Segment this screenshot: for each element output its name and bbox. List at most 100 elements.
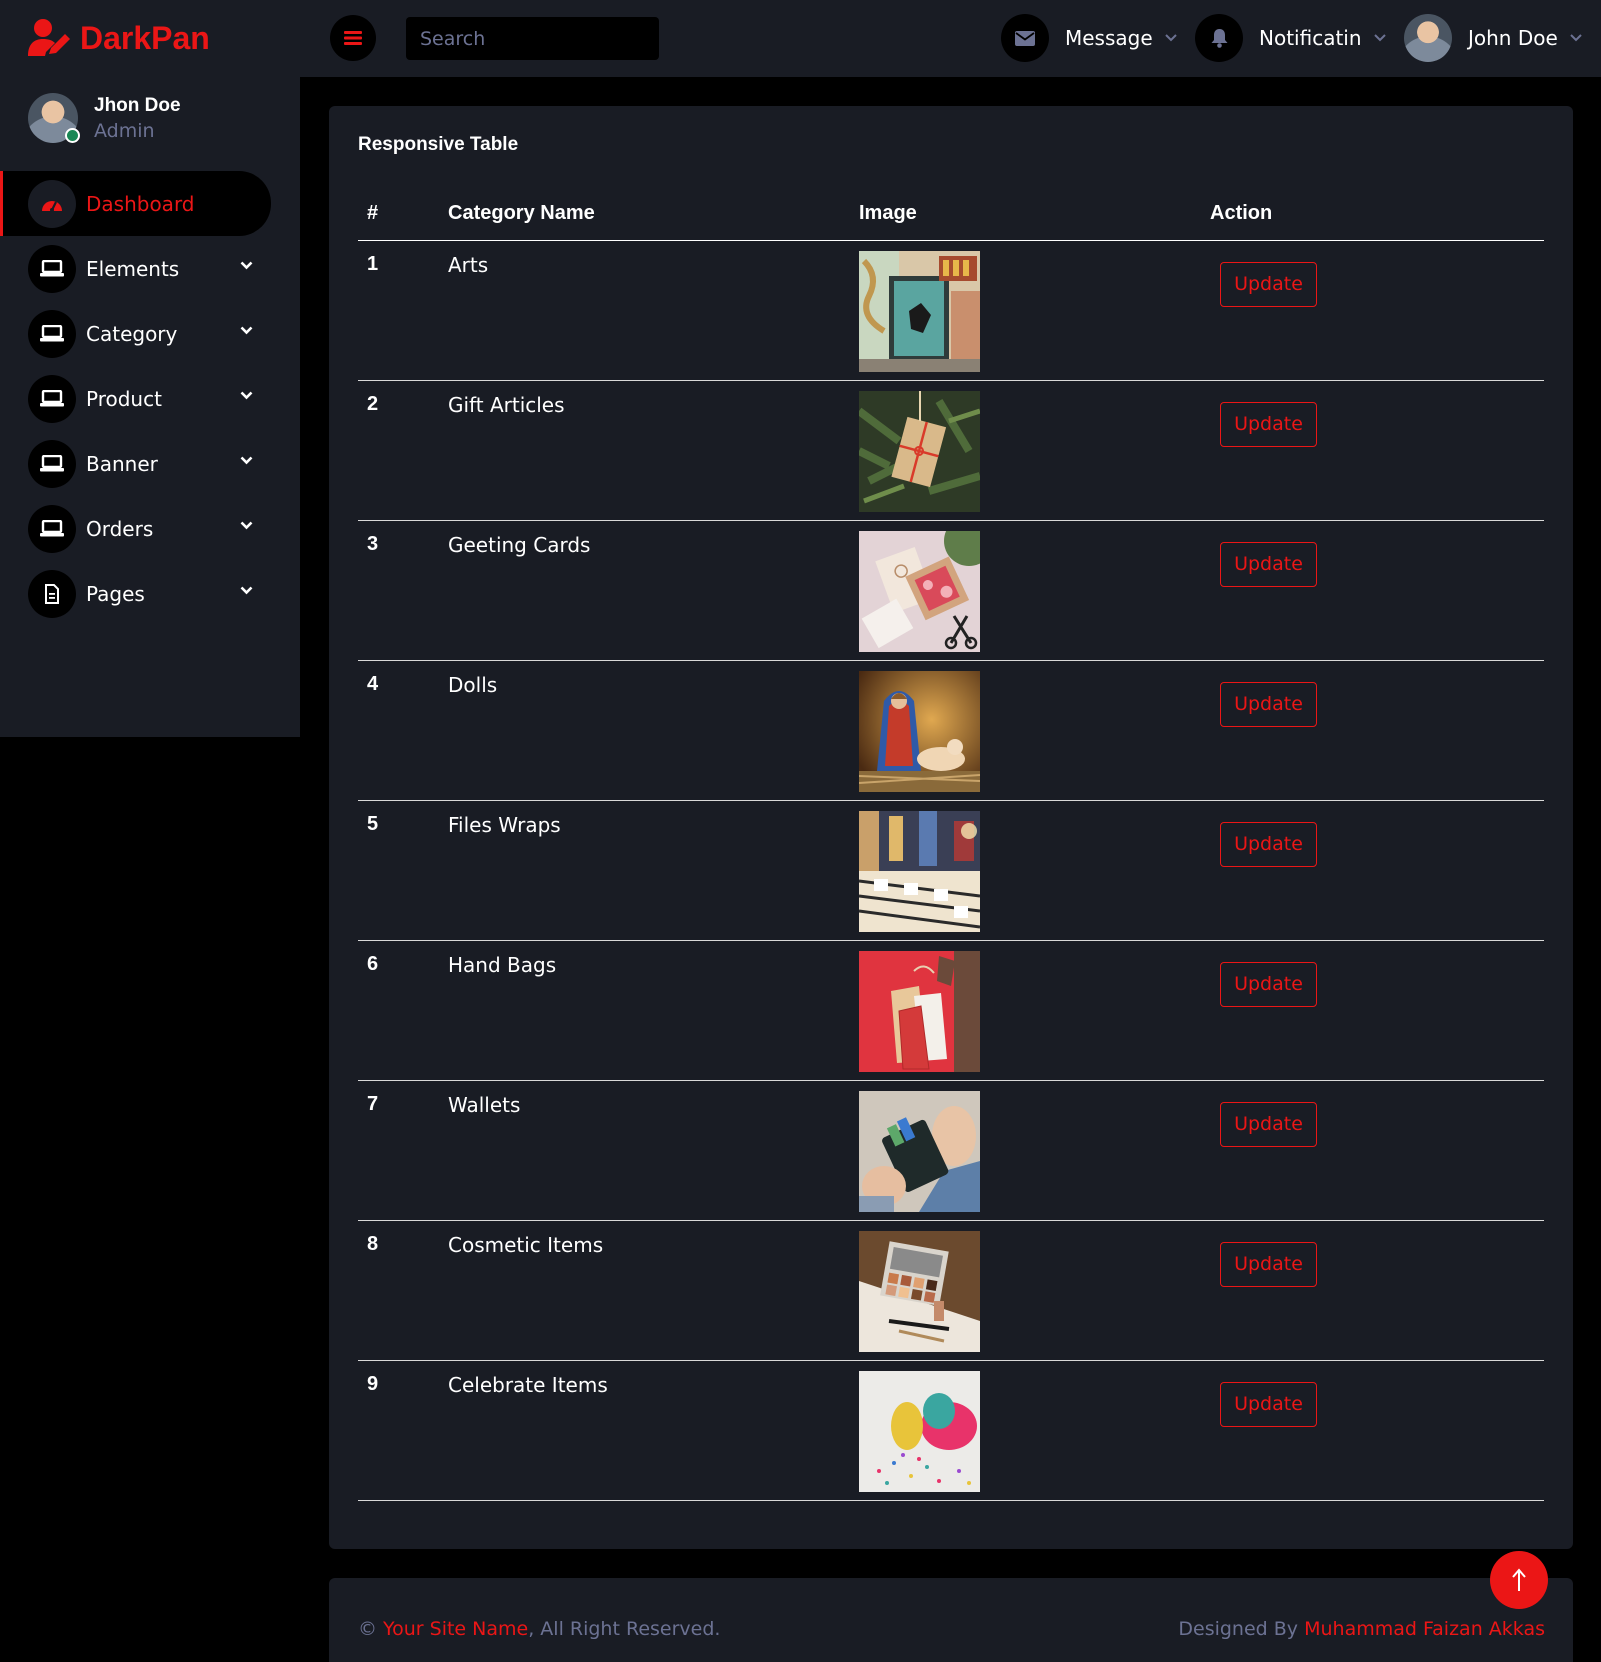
card-title: Responsive Table bbox=[358, 134, 519, 155]
greeting-cards-photo bbox=[859, 530, 980, 652]
site-name-link[interactable]: Your Site Name bbox=[383, 1618, 528, 1640]
category-name: Files Wraps bbox=[448, 800, 859, 941]
sidebar-item-label: Dashboard bbox=[86, 191, 195, 216]
column-header: Category Name bbox=[448, 188, 859, 241]
row-number: 6 bbox=[358, 940, 448, 1081]
profile-role: Admin bbox=[94, 119, 155, 142]
chevron-down-icon bbox=[240, 586, 253, 595]
brand-name: DarkPan bbox=[80, 19, 210, 56]
table-row: 5 Files Wraps Update bbox=[358, 800, 1544, 941]
sidebar-item-dashboard[interactable]: Dashboard bbox=[0, 171, 271, 236]
category-name: Arts bbox=[448, 240, 859, 381]
update-button[interactable]: Update bbox=[1220, 961, 1317, 1007]
sidebar-item-label: Product bbox=[86, 386, 162, 411]
sidebar-item-label: Orders bbox=[86, 516, 154, 541]
brand-logo[interactable]: DarkPan bbox=[28, 14, 210, 62]
sidebar-item-banner[interactable]: Banner bbox=[0, 431, 300, 496]
row-number: 1 bbox=[358, 240, 448, 381]
sidebar-item-category[interactable]: Category bbox=[0, 301, 300, 366]
category-name: Gift Articles bbox=[448, 380, 859, 521]
row-number: 9 bbox=[358, 1360, 448, 1501]
copyright-symbol: © bbox=[358, 1618, 377, 1640]
chevron-down-icon bbox=[240, 521, 253, 530]
column-header: Image bbox=[859, 188, 1210, 241]
bell-icon bbox=[1211, 28, 1227, 48]
back-to-top-button[interactable] bbox=[1490, 1551, 1548, 1609]
table-row: 8 Cosmetic Items Update bbox=[358, 1220, 1544, 1361]
sidebar-item-label: Category bbox=[86, 321, 178, 346]
gift-on-tree-photo bbox=[859, 390, 980, 512]
chevron-down-icon bbox=[240, 391, 253, 400]
table-row: 1 Arts Update bbox=[358, 240, 1544, 381]
table-row: 4 Dolls Update bbox=[358, 660, 1544, 801]
category-name: Cosmetic Items bbox=[448, 1220, 859, 1361]
message-dropdown[interactable]: Message bbox=[1001, 13, 1177, 63]
update-button[interactable]: Update bbox=[1220, 1241, 1317, 1287]
update-button[interactable]: Update bbox=[1220, 1101, 1317, 1147]
designer-link[interactable]: Muhammad Faizan Akkas bbox=[1304, 1618, 1545, 1640]
record-shop-photo bbox=[859, 810, 980, 932]
sidebar-item-orders[interactable]: Orders bbox=[0, 496, 300, 561]
sidebar-item-label: Elements bbox=[86, 256, 180, 281]
search-input[interactable] bbox=[406, 17, 659, 60]
update-button[interactable]: Update bbox=[1220, 821, 1317, 867]
column-header: Action bbox=[1210, 188, 1544, 241]
arrow-up-icon bbox=[1512, 1568, 1526, 1591]
category-name: Geeting Cards bbox=[448, 520, 859, 661]
category-table: # Category Name Image Action 1 Arts Upda… bbox=[358, 188, 1544, 1501]
table-row: 9 Celebrate Items Update bbox=[358, 1360, 1544, 1501]
update-button[interactable]: Update bbox=[1220, 681, 1317, 727]
shopping-bags-photo bbox=[859, 950, 980, 1072]
sidebar-profile: Jhon Doe Admin bbox=[28, 93, 181, 143]
chevron-down-icon bbox=[1570, 34, 1582, 42]
notification-label: Notificatin bbox=[1259, 26, 1362, 50]
street-mural-photo bbox=[859, 250, 980, 372]
makeup-palette-photo bbox=[859, 1230, 980, 1352]
update-button[interactable]: Update bbox=[1220, 401, 1317, 447]
online-status-dot bbox=[65, 128, 80, 143]
row-number: 5 bbox=[358, 800, 448, 941]
designed-by-text: Designed By bbox=[1178, 1618, 1299, 1640]
file-icon bbox=[45, 583, 59, 604]
message-label: Message bbox=[1065, 26, 1153, 50]
category-name: Hand Bags bbox=[448, 940, 859, 1081]
column-header: # bbox=[358, 188, 448, 241]
avatar bbox=[1404, 14, 1452, 62]
laptop-icon bbox=[40, 455, 64, 472]
sidebar-item-elements[interactable]: Elements bbox=[0, 236, 300, 301]
envelope-icon bbox=[1015, 30, 1035, 46]
user-edit-icon bbox=[28, 19, 70, 56]
row-number: 3 bbox=[358, 520, 448, 661]
bars-icon bbox=[344, 31, 362, 45]
laptop-icon bbox=[40, 390, 64, 407]
sidebar-item-label: Pages bbox=[86, 581, 145, 606]
profile-name: Jhon Doe bbox=[94, 94, 181, 116]
sidebar-item-product[interactable]: Product bbox=[0, 366, 300, 431]
table-card: Responsive Table # Category Name Image A… bbox=[329, 106, 1573, 1549]
top-navbar: DarkPan Message Notificatin bbox=[0, 0, 1601, 77]
sidebar-menu: Dashboard Elements Category Product Bann… bbox=[0, 171, 300, 626]
row-number: 7 bbox=[358, 1080, 448, 1221]
category-name: Celebrate Items bbox=[448, 1360, 859, 1501]
tachometer-icon bbox=[42, 200, 62, 212]
footer-copyright: © Your Site Name, All Right Reserved. bbox=[358, 1618, 720, 1640]
balloons-confetti-photo bbox=[859, 1370, 980, 1492]
sidebar-item-pages[interactable]: Pages bbox=[0, 561, 300, 626]
update-button[interactable]: Update bbox=[1220, 541, 1317, 587]
category-name: Dolls bbox=[448, 660, 859, 801]
user-dropdown[interactable]: John Doe bbox=[1404, 13, 1582, 63]
chevron-down-icon bbox=[1373, 34, 1386, 42]
sidebar-toggle-button[interactable] bbox=[330, 15, 376, 61]
table-row: 2 Gift Articles Update bbox=[358, 380, 1544, 521]
laptop-icon bbox=[40, 325, 64, 342]
table-header-row: # Category Name Image Action bbox=[358, 188, 1544, 241]
row-number: 8 bbox=[358, 1220, 448, 1361]
sidebar: Jhon Doe Admin Dashboard Elements Catego… bbox=[0, 77, 300, 737]
category-name: Wallets bbox=[448, 1080, 859, 1221]
update-button[interactable]: Update bbox=[1220, 261, 1317, 307]
notification-dropdown[interactable]: Notificatin bbox=[1195, 13, 1386, 63]
table-row: 7 Wallets Update bbox=[358, 1080, 1544, 1221]
row-number: 2 bbox=[358, 380, 448, 521]
update-button[interactable]: Update bbox=[1220, 1381, 1317, 1427]
nativity-figurines-photo bbox=[859, 670, 980, 792]
